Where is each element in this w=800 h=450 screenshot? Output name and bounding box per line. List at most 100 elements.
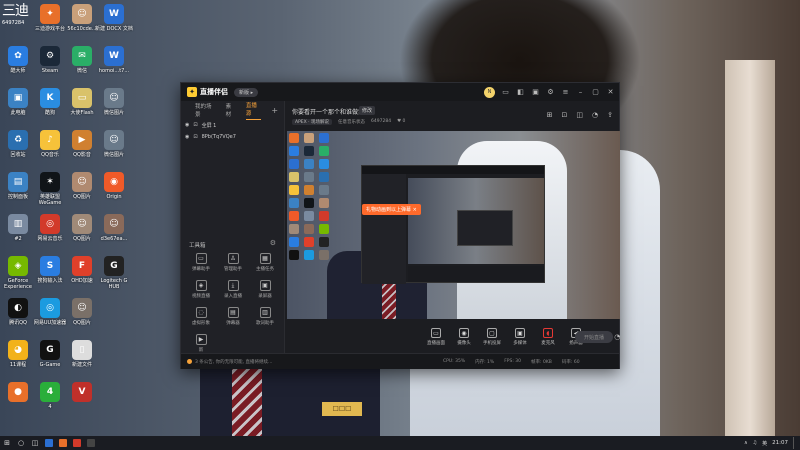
toolbox-item[interactable]: ⤓ 录入直播 [217,280,249,299]
desktop-icon[interactable]: ☺ d3e67ea... [96,214,132,254]
share-icon[interactable]: ⇪ [607,111,613,119]
desktop-icon[interactable]: ✉ 微信 [64,46,100,86]
desktop-icon[interactable]: ☺ QQ图片 [64,172,100,212]
taskbar-app-browser[interactable] [45,439,53,447]
taskbar-clock[interactable]: 21:07 [772,440,788,446]
desktop-icon[interactable]: ▶ QQ影音 [64,130,100,170]
desktop-icon-glyph: ✿ [8,46,28,66]
tab-live-sources[interactable]: 直播源 [245,101,262,120]
desktop-icon-glyph: G [40,340,60,360]
close-icon[interactable]: ✕ [606,88,615,97]
desktop-icon[interactable]: 44 [32,382,68,422]
desktop-icon[interactable]: ▯ 新建文件 [64,340,100,380]
desktop-icon[interactable]: ✶ 英雄联盟WeGame [32,172,68,212]
desktop-icon[interactable]: ▭ 大使Flash [64,88,100,128]
preview-desktop-icon [304,159,314,169]
desktop-icon[interactable]: Whomoi...t7... [96,46,132,86]
desktop-icon[interactable]: ✿ 酷大师 [0,46,36,86]
lock-icon[interactable]: ⊡ [562,111,568,119]
desktop-icon[interactable]: W 新建 DOCX 文档 [95,4,133,44]
source-action-button[interactable]: ▭ 直播画面 [422,328,450,346]
shopping-icon[interactable]: ◫ [576,111,583,119]
gift-box-icon[interactable]: ⊞ [547,111,553,119]
desktop-icon[interactable]: ✦ 三迪游戏平台 [32,4,68,44]
stat-bandwidth: 帧率: 0KB [531,359,552,365]
visibility-icon[interactable]: ◉ [185,122,189,128]
show-desktop-button[interactable] [793,437,796,449]
user-avatar[interactable]: N [484,86,495,98]
desktop-icon[interactable]: ◎ 网易UU加速器 [32,298,68,338]
lock-icon[interactable]: ⊡ [193,134,197,140]
store-icon[interactable]: ▣ [531,88,540,97]
desktop-icon[interactable]: ⚙ Steam [32,46,68,86]
desktop-icon[interactable]: ☺ 微信图片 [96,88,132,128]
maximize-icon[interactable]: ▢ [591,88,600,97]
message-icon[interactable]: ▭ [501,88,510,97]
toolbox-item[interactable]: ▦ 主播任务 [249,253,281,272]
desktop-icon[interactable]: ☺ 56c10cde... [64,4,100,44]
tray-expand-icon[interactable]: ∧ [744,440,748,446]
desktop-icon[interactable]: ● [0,382,36,422]
toolbox-item[interactable]: ◈ 视频直播 [185,280,217,299]
source-action-button[interactable]: ▢ 手机投屏 [478,328,506,346]
search-icon[interactable]: ○ [14,436,28,450]
category-pill[interactable]: APEX · 现场解说 [292,119,333,125]
source-action-button[interactable]: ▣ 多媒体 [506,328,534,346]
toolbox-item[interactable]: ▣ 录屏器 [249,280,281,299]
desktop-icon[interactable]: V [64,382,100,422]
desktop-icon[interactable]: G G-Game [32,340,68,380]
desktop-icon[interactable]: ♻ 回收站 [0,130,36,170]
gift-icon[interactable]: ◧ [516,88,525,97]
lock-icon[interactable]: ⊡ [193,122,197,128]
desktop-icon[interactable]: ☺ QQ图片 [64,298,100,338]
taskbar-app-game[interactable] [59,439,67,447]
tab-my-scenes[interactable]: 我的场景 [195,102,216,118]
menu-icon[interactable]: ≡ [561,88,570,97]
toolbox-item[interactable]: ▤ 弹幕器 [217,307,249,326]
source-action-button[interactable]: ◖ 麦克风 [534,328,562,346]
tray-volume-icon[interactable]: ♫ [753,440,757,446]
tray-ime-icon[interactable]: 英 [762,440,767,447]
desktop-icon[interactable]: ☺ 微信图片 [96,130,132,170]
desktop-icon[interactable]: ▤ 控制面板 [0,172,36,212]
desktop-icon[interactable]: ◉ Origin [96,172,132,212]
scene-row[interactable]: ◉ ⊡ 全屏 1 [181,119,284,131]
task-view-icon[interactable]: ◫ [28,436,42,450]
bell-icon[interactable]: ◔ [592,111,598,119]
desktop-icon[interactable]: ◐ 腾讯QQ [0,298,36,338]
desktop-icon[interactable]: F OHD加速 [64,256,100,296]
status-message[interactable]: 3 条公告, 你的无限可能, 直播将继续... [187,359,272,365]
version-pill[interactable]: 新版 ▸ [234,87,259,97]
desktop-icon[interactable]: ◈ GeForce Experience [0,256,36,296]
desktop-icon[interactable]: ◎ 网易云音乐 [32,214,68,254]
live-preview[interactable]: 礼物动画到以上弹幕 × [287,131,620,319]
toolbox-item[interactable]: ▥ 歌词助手 [249,307,281,326]
settings-icon[interactable]: ⚙ [546,88,555,97]
toolbox-item[interactable]: ▶ 新 [185,334,217,353]
tab-materials[interactable]: 素材 [226,102,236,118]
toolbox-settings-icon[interactable]: ⚙ [270,239,276,247]
edit-title-button[interactable]: 修改 [359,106,376,115]
minimize-icon[interactable]: – [576,88,585,97]
scene-row[interactable]: ◉ ⊡ 8Pb(Tq7VQe7 [181,131,284,143]
desktop-icon[interactable]: G Logitech G HUB [96,256,132,296]
add-scene-button[interactable]: + [271,106,278,115]
share-screen-icon[interactable]: ◔ [614,333,620,341]
desktop-icon[interactable]: ☺ QQ图片 [64,214,100,254]
toolbox-item[interactable]: ♙ 管理助手 [217,253,249,272]
start-button-icon[interactable]: ⊞ [0,436,14,450]
desktop-icon[interactable]: ◕ 11课程 [0,340,36,380]
desktop-icon[interactable]: ♪ QQ音乐 [32,130,68,170]
toolbox-item[interactable]: ▭ 弹幕助手 [185,253,217,272]
preview-toast[interactable]: 礼物动画到以上弹幕 × [362,204,421,215]
source-action-button[interactable]: ◉ 摄像头 [450,328,478,346]
start-live-button[interactable]: 开始直播 [575,331,613,343]
desktop-icon[interactable]: ▥ #2 [0,214,36,254]
toolbox-item[interactable]: ◌ 虚拟形象 [185,307,217,326]
taskbar-app-live[interactable] [87,439,95,447]
desktop-icon[interactable]: ▣ 此电脑 [0,88,36,128]
desktop-icon[interactable]: K 酷狗 [32,88,68,128]
taskbar-app-music[interactable] [73,439,81,447]
visibility-icon[interactable]: ◉ [185,134,189,140]
desktop-icon[interactable]: S 搜狗输入法 [32,256,68,296]
